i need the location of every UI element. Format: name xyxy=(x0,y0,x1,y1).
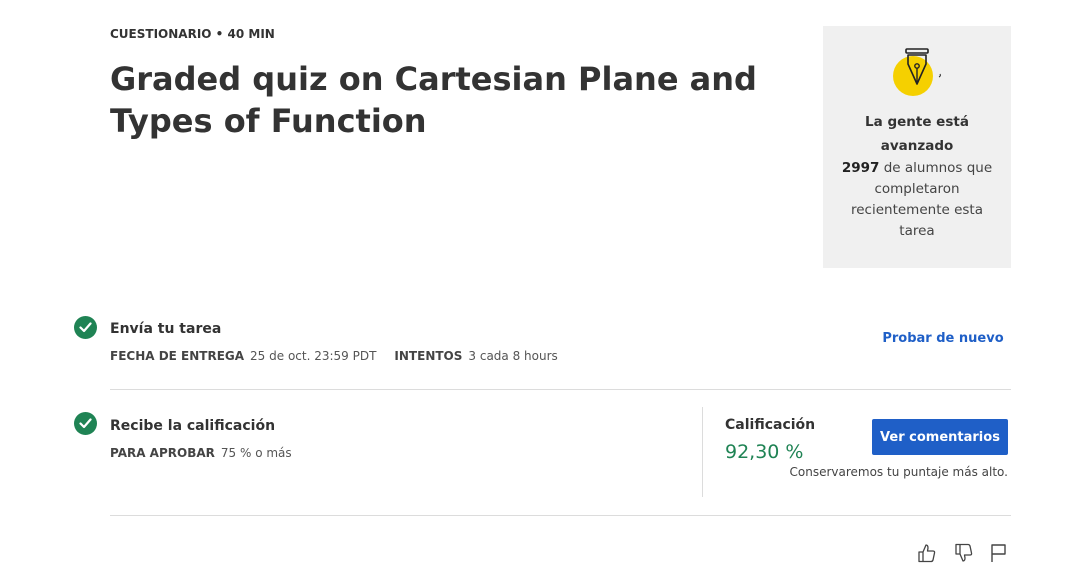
card-heading: La gente está avanzado xyxy=(865,114,969,154)
thumbs-up-icon xyxy=(918,544,936,563)
view-feedback-button[interactable]: Ver comentarios xyxy=(872,419,1008,455)
fountain-pen-icon xyxy=(893,46,945,102)
grade-value: 92,30 % xyxy=(725,441,804,463)
step-meta-submit: FECHA DE ENTREGA 25 de oct. 23:59 PDT INTE… xyxy=(110,349,576,363)
step-title-submit: Envía tu tarea xyxy=(110,321,222,337)
check-icon xyxy=(79,418,92,429)
attempts-label: INTENTOS xyxy=(394,349,463,363)
step-title-grade: Recibe la calificación xyxy=(110,418,276,434)
thumbs-down-icon xyxy=(955,543,973,562)
step-meta-grade: PARA APROBAR 75 % o más xyxy=(110,446,310,460)
divider xyxy=(110,515,1011,516)
flag-icon xyxy=(991,544,1006,562)
step-status-icon xyxy=(74,412,97,435)
progress-card: La gente está avanzado 2997 de alumnos q… xyxy=(823,26,1011,268)
vertical-divider xyxy=(702,407,703,497)
learner-count: 2997 xyxy=(841,160,880,176)
attempts-value: 3 cada 8 hours xyxy=(468,349,558,363)
dislike-button[interactable] xyxy=(954,543,974,563)
due-date-label: FECHA DE ENTREGA xyxy=(110,349,245,363)
check-icon xyxy=(79,322,92,333)
try-again-button[interactable]: Probar de nuevo xyxy=(878,328,1008,350)
eyebrow-label: CUESTIONARIO • 40 MIN xyxy=(110,27,275,41)
passing-label: PARA APROBAR xyxy=(110,446,215,460)
passing-value: 75 % o más xyxy=(220,446,292,460)
step-status-icon xyxy=(74,316,97,339)
grade-note: Conservaremos tu puntaje más alto. xyxy=(789,465,1009,479)
report-button[interactable] xyxy=(989,543,1009,563)
divider xyxy=(110,389,1011,390)
page-title: Graded quiz on Cartesian Plane and Types… xyxy=(110,60,757,140)
grade-label: Calificación xyxy=(725,417,816,433)
like-button[interactable] xyxy=(917,543,937,563)
due-date-value: 25 de oct. 23:59 PDT xyxy=(250,349,377,363)
card-text: 2997 de alumnos que completaron reciente… xyxy=(833,158,1001,242)
